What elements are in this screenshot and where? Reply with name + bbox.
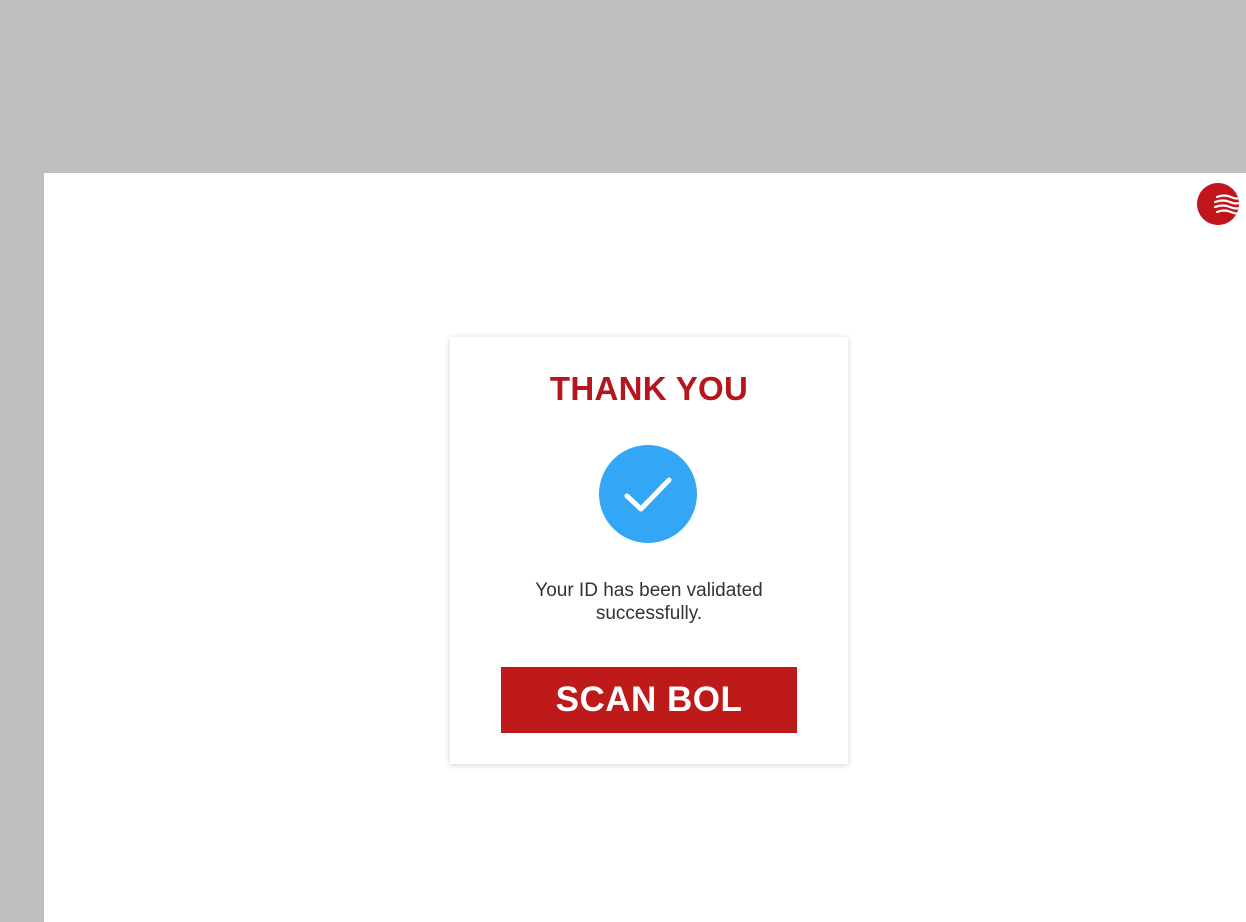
scan-bol-button[interactable]: SCAN BOL bbox=[501, 667, 797, 733]
confirmation-card: THANK YOU Your ID has been validated suc… bbox=[450, 337, 848, 764]
validation-message: Your ID has been validated successfully. bbox=[535, 580, 763, 624]
content-area: THANK YOU Your ID has been validated suc… bbox=[44, 173, 1246, 922]
app-frame: THANK YOU Your ID has been validated suc… bbox=[0, 0, 1246, 922]
waves-logo-icon bbox=[1197, 183, 1239, 225]
top-band bbox=[0, 0, 1246, 173]
card-title: THANK YOU bbox=[549, 370, 749, 407]
checkmark-icon bbox=[599, 445, 697, 543]
